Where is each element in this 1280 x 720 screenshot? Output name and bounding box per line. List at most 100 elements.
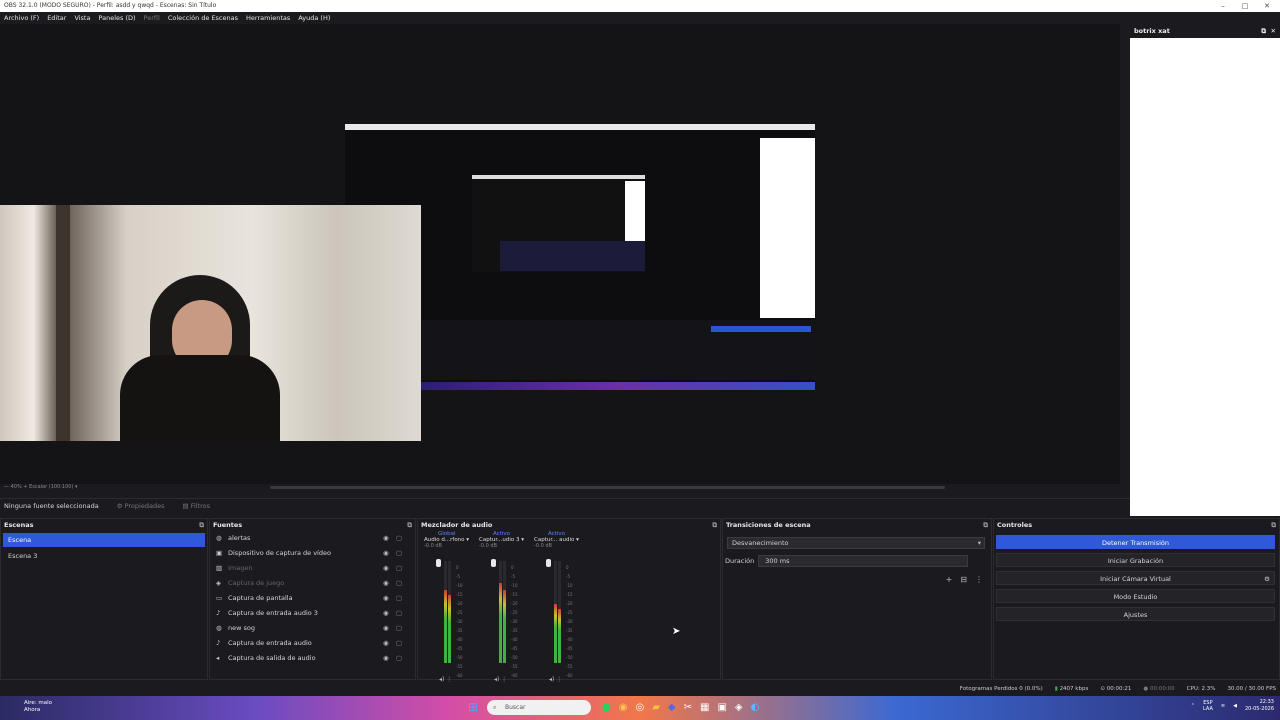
discord-icon[interactable]: ◆ [668,700,676,715]
scale-tick: -55 [511,664,518,669]
volume-slider-handle[interactable] [546,559,551,567]
scale-tick: -50 [456,655,463,660]
folder-icon[interactable]: ▰ [652,700,660,715]
menu-perfil[interactable]: Perfil [144,12,160,24]
menu-paneles[interactable]: Paneles (D) [98,12,135,24]
duration-label: Duración [725,557,755,565]
lock-icon[interactable]: ▢ [396,591,402,606]
menu-vista[interactable]: Vista [74,12,90,24]
duration-input[interactable]: 300 ms [758,555,969,567]
visibility-eye-icon[interactable]: ◉ [383,636,389,651]
minimize-icon[interactable]: – [1212,0,1234,12]
lock-icon[interactable]: ▢ [396,621,402,636]
lock-icon[interactable]: ▢ [396,576,402,591]
virtual-camera-button[interactable]: Iniciar Cámara Virtual ⚙ [996,571,1275,585]
sources-list: ◍ alertas ◉ ▢ ▣ Dispositivo de captura de víd… [210,531,415,666]
windows-start-icon[interactable]: ⊞ [468,701,480,713]
menu-bar: Archivo (F) Editar Vista Paneles (D) Per… [0,12,1130,24]
chevron-up-icon[interactable]: ⌃ [1191,703,1195,709]
capcut-icon[interactable]: ✂ [684,700,692,715]
close-icon[interactable]: ✕ [1256,0,1278,12]
edge-icon[interactable]: ◐ [751,700,760,715]
start-recording-button[interactable]: Iniciar Grabación [996,553,1275,567]
app2-icon[interactable]: ◈ [735,700,743,715]
studio-mode-button[interactable]: Modo Estudio [996,589,1275,603]
lock-icon[interactable]: ▢ [396,636,402,651]
lock-icon[interactable]: ▢ [396,651,402,666]
lang-indicator[interactable]: ESP LAA [1203,700,1213,712]
dropped-frames: Fotogramas Perdidos 0 (0.0%) [959,686,1043,692]
visibility-eye-icon[interactable]: ◉ [383,591,389,606]
menu-ayuda[interactable]: Ayuda (H) [298,12,330,24]
popout-icon[interactable]: ⧉ [407,519,412,531]
visibility-eye-icon[interactable]: ◉ [383,651,389,666]
scale-tick: -15 [511,592,518,597]
volume-icon[interactable]: ◀ [1233,703,1237,709]
popout-icon[interactable]: ⧉ [199,519,204,531]
menu-archivo[interactable]: Archivo (F) [4,12,39,24]
preview-zoom[interactable]: — 40% + Escalar (100:100) ▾ [0,482,200,492]
maximize-icon[interactable]: □ [1234,0,1256,12]
spotify-icon[interactable]: ● [602,700,611,715]
properties-button[interactable]: ⚙ Propiedades [117,502,165,510]
visibility-eye-icon[interactable]: ◉ [383,576,389,591]
source-label: new sog [228,624,255,632]
source-item[interactable]: ♪ Captura de entrada audio 3 ◉ ▢ [210,606,415,621]
popout-icon[interactable]: ⧉ [1271,519,1276,531]
float-icon[interactable]: ⧉ [1261,24,1266,38]
source-item[interactable]: ▣ Dispositivo de captura de vídeo ◉ ▢ [210,546,415,561]
source-item[interactable]: ▨ Imagen ◉ ▢ [210,561,415,576]
stop-stream-button[interactable]: Detener Transmisión [996,535,1275,549]
source-item[interactable]: ◍ alertas ◉ ▢ [210,531,415,546]
source-item[interactable]: ◂ Captura de salida de audio ◉ ▢ [210,651,415,666]
lock-icon[interactable]: ▢ [396,531,402,546]
app-icon[interactable]: ▣ [717,700,726,715]
source-item[interactable]: ◈ Captura de juego ◉ ▢ [210,576,415,591]
popout-icon[interactable]: ⧉ [983,519,988,531]
source-item[interactable]: ◍ new sog ◉ ▢ [210,621,415,636]
calculator-icon[interactable]: ▦ [700,700,709,715]
scale-tick: -5 [511,574,515,579]
menu-herramientas[interactable]: Herramientas [246,12,290,24]
mixer-title: Mezclador de audio [421,521,493,529]
visibility-eye-icon[interactable]: ◉ [383,546,389,561]
visibility-eye-icon[interactable]: ◉ [383,621,389,636]
scene-item-escena-3[interactable]: Escena 3 [3,549,205,563]
settings-button[interactable]: Ajustes [996,607,1275,621]
preview-scrollbar[interactable] [270,486,945,489]
volume-slider-handle[interactable] [491,559,496,567]
lock-icon[interactable]: ▢ [396,606,402,621]
taskbar-search[interactable]: ⌕ Buscar [487,700,591,715]
visibility-eye-icon[interactable]: ◉ [383,561,389,576]
chrome-icon[interactable]: ◉ [619,700,628,715]
mouse-cursor-icon: ➤ [672,626,681,637]
add-icon[interactable]: + [946,575,953,584]
popout-icon[interactable]: ⧉ [712,519,717,531]
weather-widget[interactable]: Aire: malo Ahora [24,700,52,714]
close-icon[interactable]: ✕ [1271,24,1276,38]
scale-tick: 0 [511,565,514,570]
virtual-camera-label: Iniciar Cámara Virtual [1100,575,1171,583]
scene-item-escena[interactable]: Escena [3,533,205,547]
obs-icon[interactable]: ◎ [635,700,644,715]
browser-dock[interactable]: botrix xat ⧉ ✕ [1130,24,1280,516]
lock-icon[interactable]: ▢ [396,546,402,561]
more-icon[interactable]: ⋮ [975,575,983,584]
filters-button[interactable]: ▤ Filtros [182,502,210,510]
source-item[interactable]: ▭ Captura de pantalla ◉ ▢ [210,591,415,606]
clock[interactable]: 22:33 20-05-2026 [1245,699,1274,713]
visibility-eye-icon[interactable]: ◉ [383,606,389,621]
source-label: Captura de salida de audio [228,654,316,662]
webcam-source[interactable] [0,205,421,441]
volume-slider-handle[interactable] [436,559,441,567]
remove-icon[interactable]: ⊟ [960,575,967,584]
lock-icon[interactable]: ▢ [396,561,402,576]
menu-editar[interactable]: Editar [47,12,66,24]
wifi-icon[interactable]: ≋ [1221,703,1225,709]
transition-select[interactable]: Desvanecimiento ▾ [727,537,985,549]
level-fill [499,583,502,663]
source-item[interactable]: ♪ Captura de entrada audio ◉ ▢ [210,636,415,651]
visibility-eye-icon[interactable]: ◉ [383,531,389,546]
menu-coleccion-escenas[interactable]: Colección de Escenas [168,12,238,24]
gear-icon[interactable]: ⚙ [1264,572,1270,586]
